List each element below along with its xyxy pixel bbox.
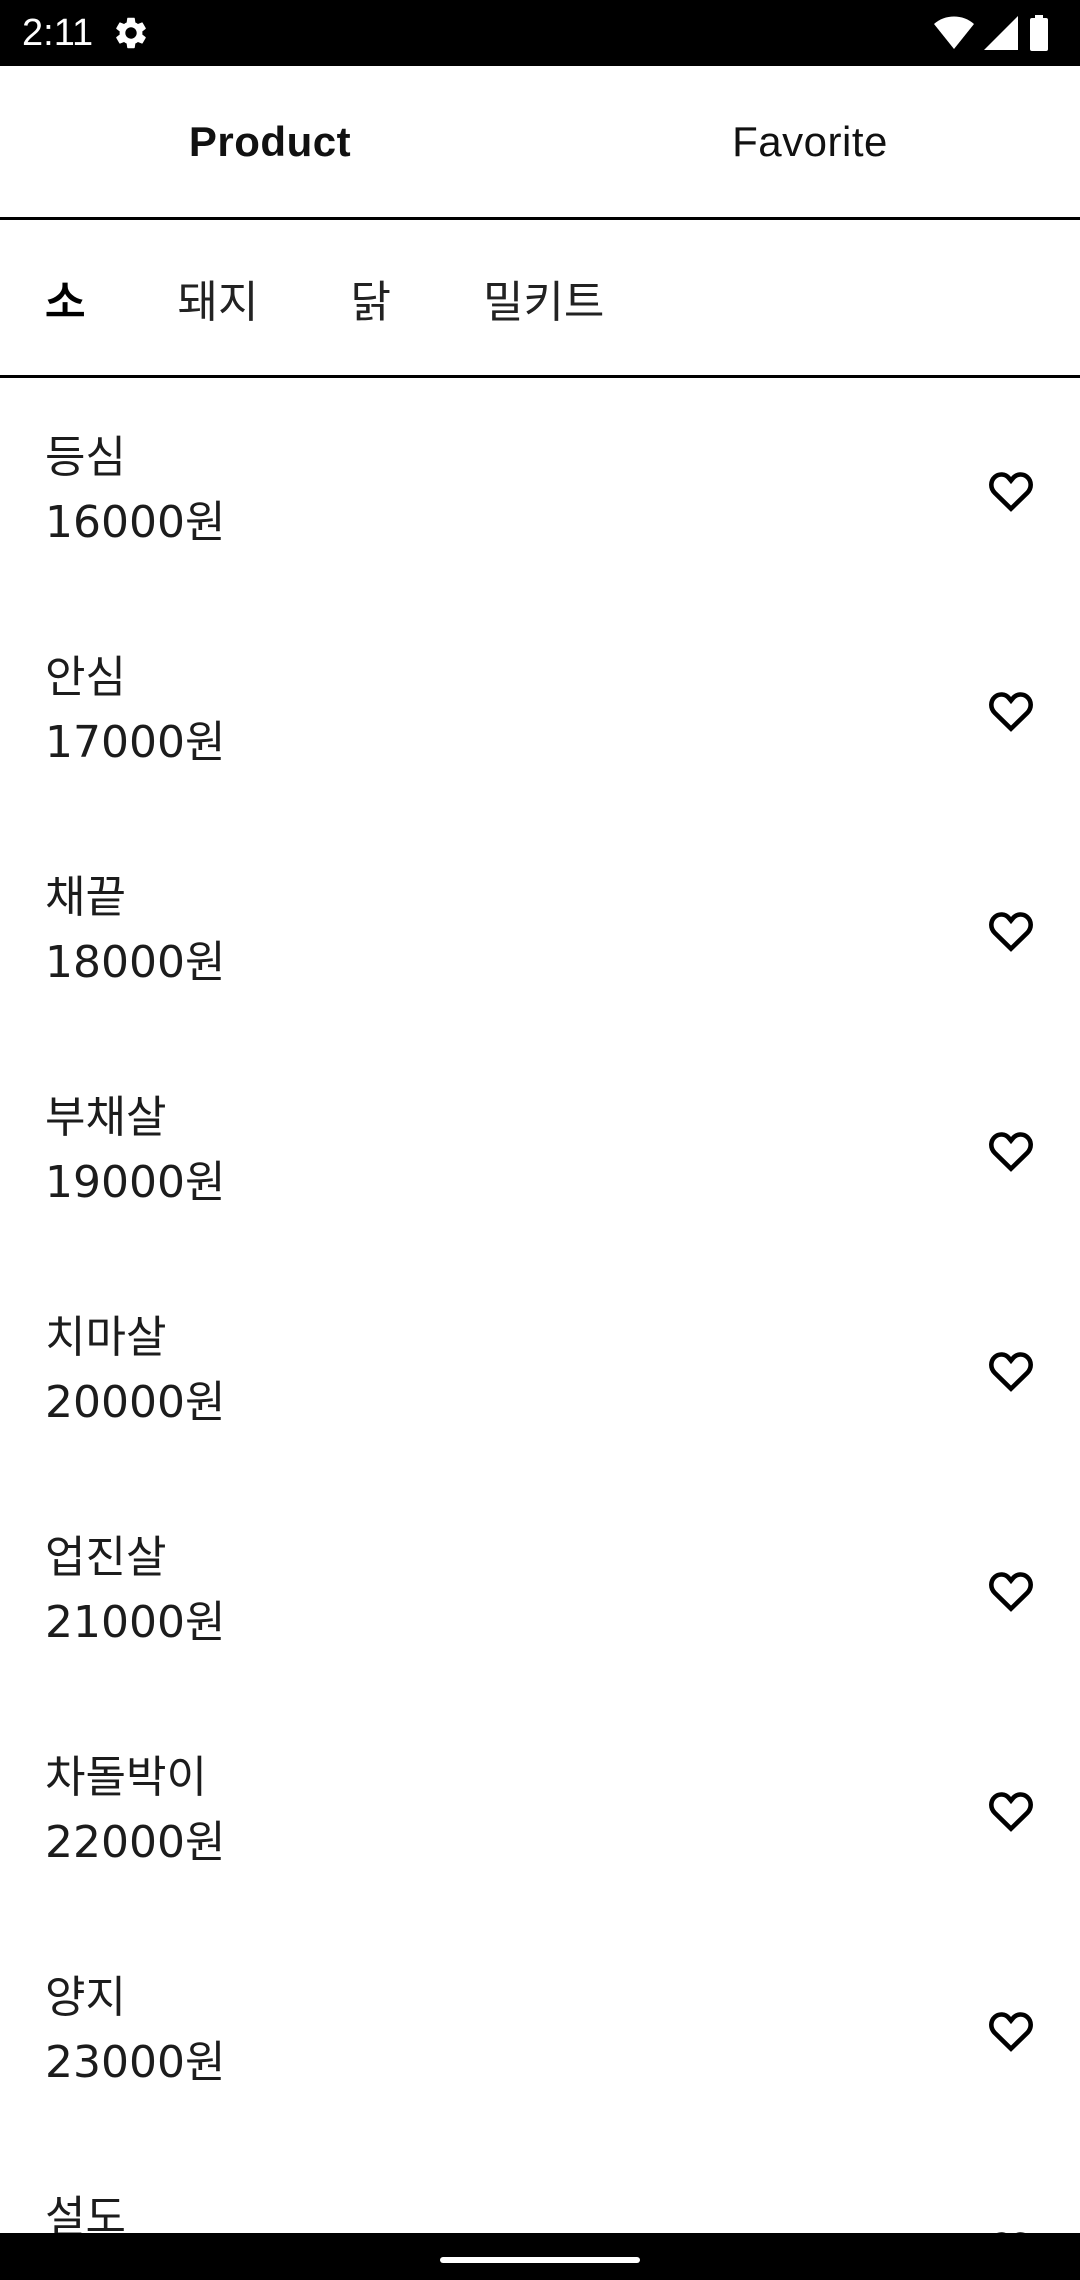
favorite-heart-icon[interactable]: [986, 1346, 1036, 1396]
favorite-heart-icon[interactable]: [986, 2006, 1036, 2056]
product-name: 설도: [45, 2192, 126, 2233]
product-list: 등심 16000원 안심 17000원 채끝 18000원 부채살 19000원…: [0, 378, 1080, 2233]
tab-favorite[interactable]: Favorite: [540, 66, 1080, 217]
product-name: 차돌박이: [45, 1752, 207, 1803]
battery-icon: [1030, 15, 1048, 51]
favorite-heart-icon[interactable]: [986, 1566, 1036, 1616]
product-name: 안심: [45, 652, 126, 703]
product-price: 16000원: [45, 497, 226, 548]
category-beef[interactable]: 소: [45, 266, 85, 330]
product-price: 19000원: [45, 1157, 226, 1208]
product-row[interactable]: 등심 16000원: [0, 378, 1080, 598]
product-name: 양지: [45, 1972, 126, 2023]
tab-product[interactable]: Product: [0, 66, 540, 217]
product-price: 22000원: [45, 1817, 226, 1868]
product-name: 치마살: [45, 1312, 167, 1363]
product-row[interactable]: 치마살 20000원: [0, 1258, 1080, 1478]
favorite-heart-icon[interactable]: [986, 686, 1036, 736]
wifi-icon: [934, 16, 974, 49]
category-pork[interactable]: 돼지: [177, 266, 258, 330]
status-icons: [934, 14, 1050, 52]
status-time: 2:11: [22, 12, 94, 54]
product-row[interactable]: 양지 23000원: [0, 1918, 1080, 2138]
category-bar: 소 돼지 닭 밀키트: [0, 220, 1080, 378]
favorite-heart-icon[interactable]: [986, 2226, 1036, 2233]
product-row[interactable]: 업진살 21000원: [0, 1478, 1080, 1698]
product-name: 등심: [45, 432, 126, 483]
favorite-heart-icon[interactable]: [986, 1126, 1036, 1176]
product-row[interactable]: 채끝 18000원: [0, 818, 1080, 1038]
product-price: 18000원: [45, 937, 226, 988]
product-name: 업진살: [45, 1532, 167, 1583]
product-price: 23000원: [45, 2037, 226, 2088]
product-row[interactable]: 설도: [0, 2138, 1080, 2233]
category-chicken[interactable]: 닭: [350, 266, 390, 330]
favorite-heart-icon[interactable]: [986, 1786, 1036, 1836]
product-row[interactable]: 안심 17000원: [0, 598, 1080, 818]
navigation-bar: [0, 2233, 1080, 2280]
product-name: 채끝: [45, 872, 126, 923]
product-price: 20000원: [45, 1377, 226, 1428]
signal-icon: [984, 16, 1018, 50]
gear-icon: [116, 17, 146, 49]
product-row[interactable]: 부채살 19000원: [0, 1038, 1080, 1258]
home-gesture-handle[interactable]: [440, 2257, 640, 2263]
favorite-heart-icon[interactable]: [986, 906, 1036, 956]
status-bar: 2:11: [0, 0, 1080, 66]
favorite-heart-icon[interactable]: [986, 466, 1036, 516]
product-price: 17000원: [45, 717, 226, 768]
category-mealkit[interactable]: 밀키트: [483, 266, 604, 330]
product-price: 21000원: [45, 1597, 226, 1648]
tab-bar: Product Favorite: [0, 66, 1080, 220]
product-row[interactable]: 차돌박이 22000원: [0, 1698, 1080, 1918]
product-name: 부채살: [45, 1092, 167, 1143]
